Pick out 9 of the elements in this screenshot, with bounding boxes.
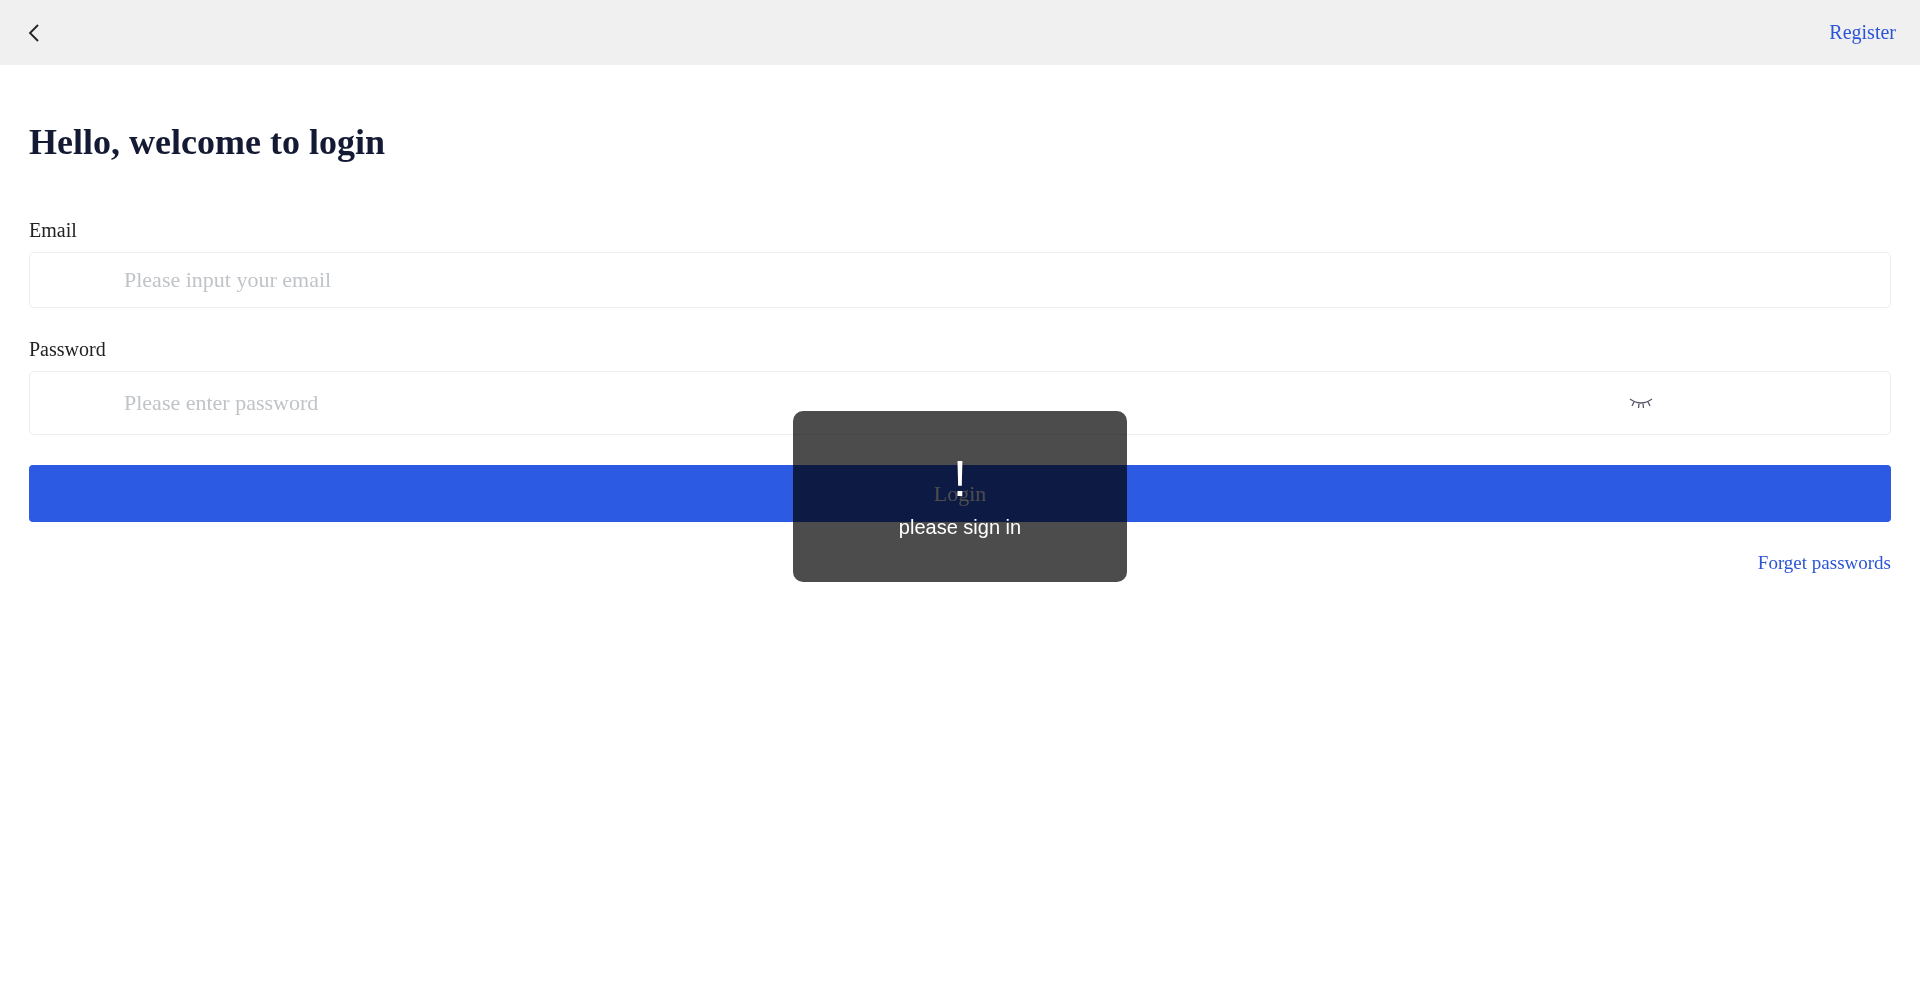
field-label: Email [29,219,78,242]
page-title: Hello, welcome to login [29,121,386,163]
input-field[interactable]: Please input your email [29,252,1891,308]
register-link[interactable]: Register [1829,21,1896,44]
forgot-password-link[interactable]: Forget passwords [1757,552,1891,574]
field-label: Password [29,338,107,361]
back-icon[interactable] [28,22,40,43]
input-field[interactable]: Please enter password [29,371,1891,435]
closed-eye-icon[interactable] [1629,397,1653,409]
